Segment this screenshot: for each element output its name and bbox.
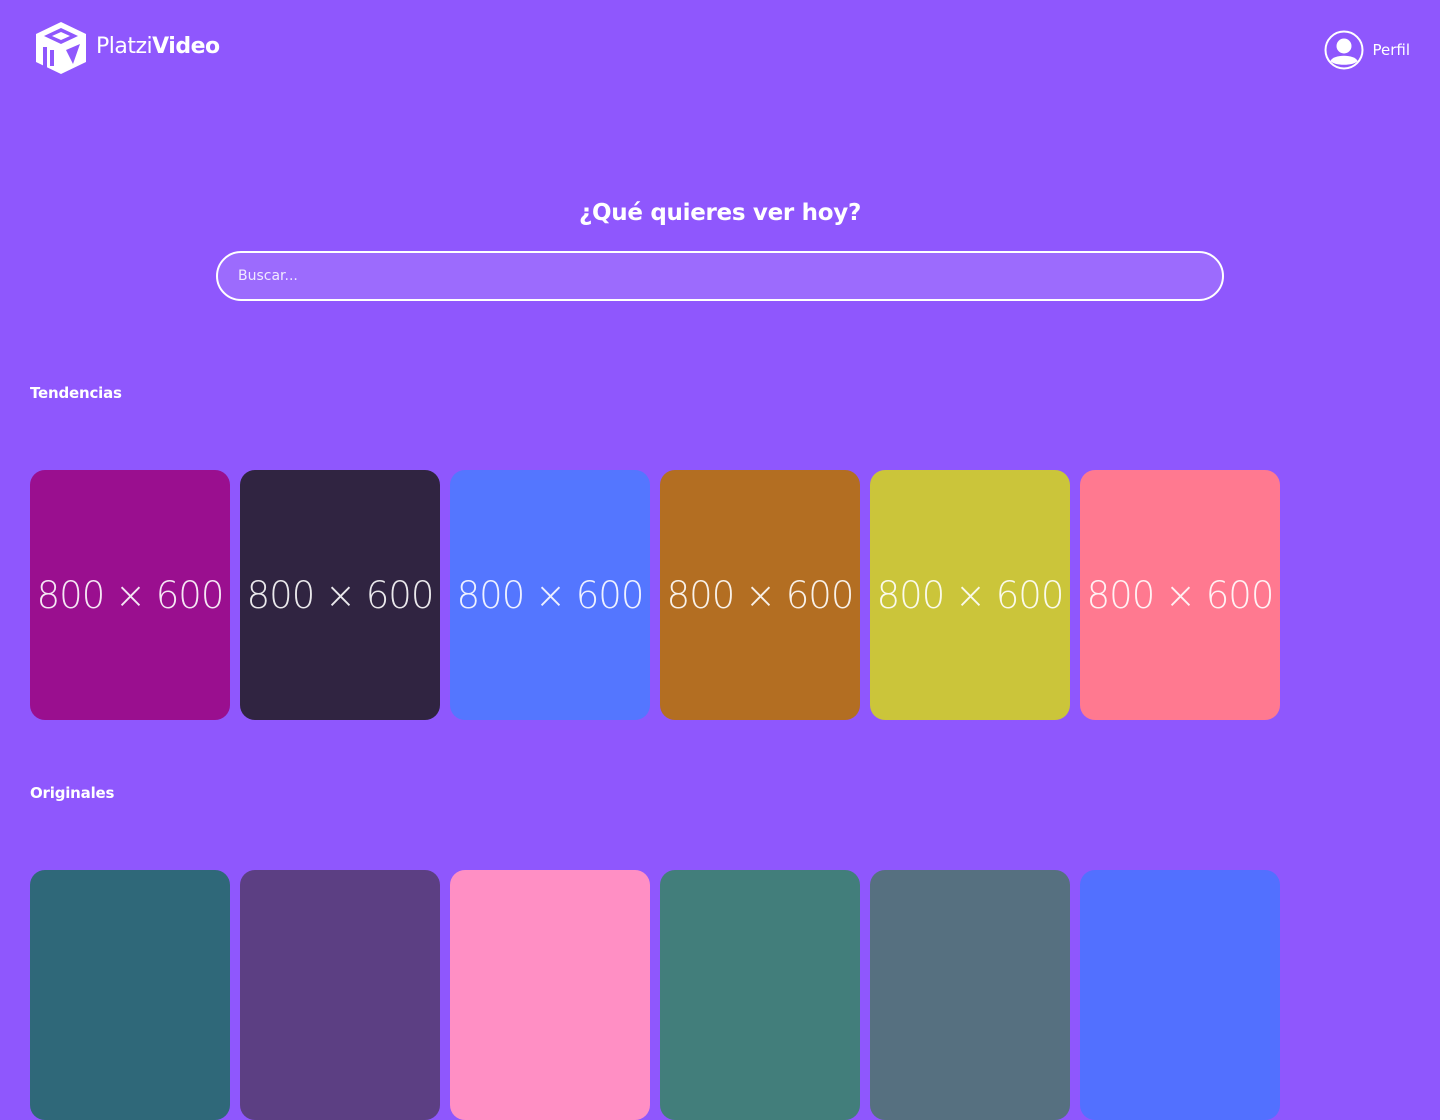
platzi-video-cube-icon (36, 22, 86, 74)
carousel-item[interactable] (450, 870, 650, 1120)
profile-label: Perfil (1372, 41, 1410, 59)
user-avatar-icon (1324, 30, 1364, 70)
carousel-item[interactable]: 800 × 600 (450, 470, 650, 720)
carousel-item-placeholder-text: 800 × 600 (876, 573, 1065, 617)
carousel-item-placeholder-text: 800 × 600 (36, 573, 225, 617)
carousel-item-placeholder-text: 800 × 600 (666, 573, 855, 617)
carousel-item[interactable]: 800 × 600 (870, 470, 1070, 720)
logo-text-bold: Video (152, 34, 220, 59)
page-title: ¿Qué quieres ver hoy? (579, 200, 861, 226)
carousel-originales (30, 870, 1280, 1120)
section-title-originales: Originales (30, 784, 115, 802)
carousel-item-placeholder-text: 800 × 600 (246, 573, 435, 617)
carousel-item-placeholder-text: 800 × 600 (1086, 573, 1275, 617)
carousel-item[interactable]: 800 × 600 (1080, 470, 1280, 720)
carousel-tendencias: 800 × 600 800 × 600 800 × 600 800 × 600 … (30, 470, 1280, 720)
platzi-video-logo[interactable]: PlatziVideo (32, 20, 220, 76)
carousel-item[interactable]: 800 × 600 (240, 470, 440, 720)
carousel-item[interactable] (240, 870, 440, 1120)
search-input[interactable] (216, 251, 1224, 301)
logo-text-light: Platzi (96, 34, 153, 59)
carousel-item[interactable]: 800 × 600 (30, 470, 230, 720)
carousel-item[interactable] (1080, 870, 1280, 1120)
carousel-item[interactable] (660, 870, 860, 1120)
profile-menu[interactable]: Perfil (1324, 30, 1410, 70)
carousel-item[interactable] (870, 870, 1070, 1120)
carousel-item-placeholder-text: 800 × 600 (456, 573, 645, 617)
carousel-item[interactable] (30, 870, 230, 1120)
app-header: PlatziVideo Perfil (0, 0, 1440, 100)
carousel-item[interactable]: 800 × 600 (660, 470, 860, 720)
section-title-tendencias: Tendencias (30, 384, 122, 402)
